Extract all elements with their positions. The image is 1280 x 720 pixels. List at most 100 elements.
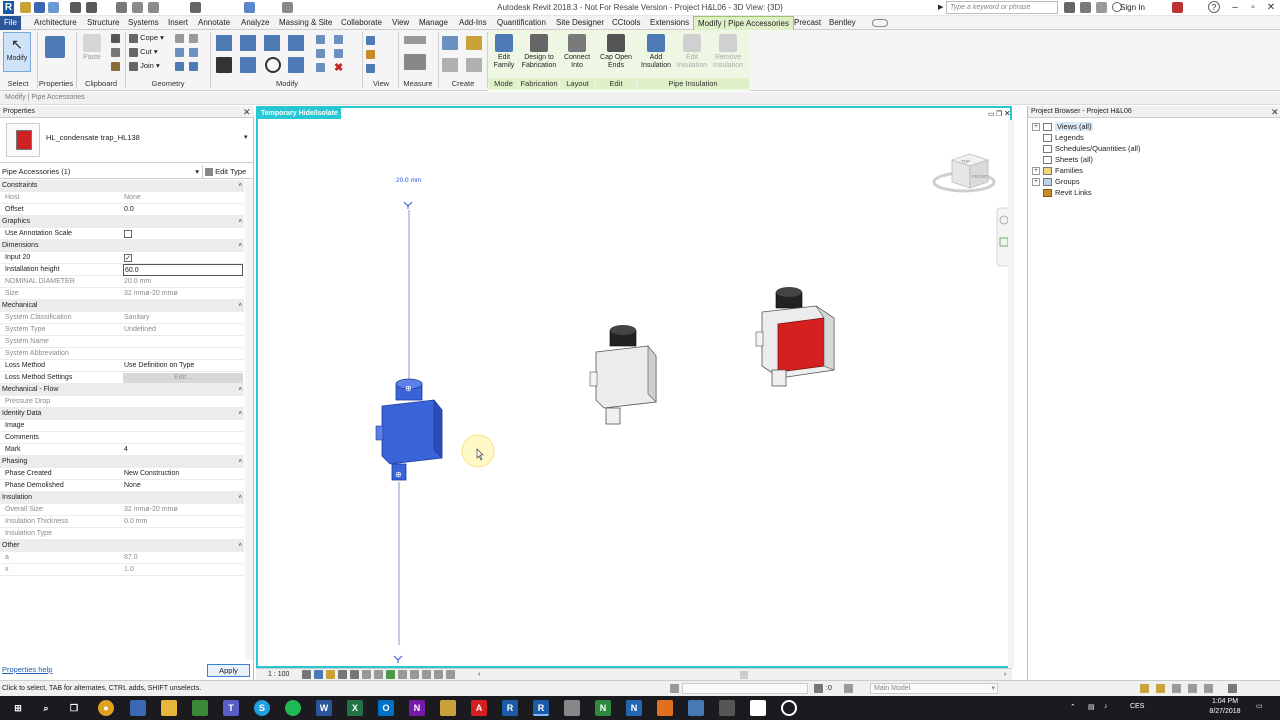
select-by-face-icon[interactable] xyxy=(1188,684,1197,693)
tab-extensions[interactable]: Extensions xyxy=(646,16,693,30)
offset-icon[interactable] xyxy=(240,35,256,51)
collapse-icon[interactable]: ˄ xyxy=(238,384,242,396)
maximize-button[interactable]: ▫ xyxy=(1244,0,1262,15)
paste-button[interactable]: Paste xyxy=(80,32,104,82)
binoculars-icon[interactable] xyxy=(1064,2,1075,13)
mirror-pick-axis-icon[interactable] xyxy=(264,35,280,51)
trim-icon[interactable] xyxy=(288,57,304,73)
model-canvas[interactable]: 20.0 mm ⊕ ⊕ TOP FRONT xyxy=(258,120,1008,668)
delete-icon[interactable]: ✖ xyxy=(334,61,343,74)
geometry-tool-icon[interactable] xyxy=(175,48,184,57)
tab-file[interactable]: File xyxy=(0,16,21,30)
app-icon[interactable] xyxy=(750,700,766,716)
tab-analyze[interactable]: Analyze xyxy=(237,16,273,30)
remove-insulation-button[interactable]: Remove Insulation xyxy=(711,32,745,82)
exchange-apps-icon[interactable] xyxy=(1172,2,1183,13)
highlight-displacement-icon[interactable] xyxy=(422,670,431,679)
split-icon[interactable] xyxy=(316,35,325,44)
tab-site-designer[interactable]: Site Designer xyxy=(552,16,608,30)
expand-icon[interactable]: + xyxy=(1032,167,1040,176)
drag-elements-icon[interactable] xyxy=(1204,684,1213,693)
create-parts-icon[interactable] xyxy=(466,36,482,50)
view-restore-button[interactable]: ❐ xyxy=(996,110,1002,118)
sun-path-icon[interactable] xyxy=(326,670,335,679)
collapse-icon[interactable]: ˄ xyxy=(238,216,242,228)
browser-item-views[interactable]: + Views (all) xyxy=(1032,121,1094,132)
connect-into-button[interactable]: Connect Into xyxy=(561,32,593,82)
modify-button[interactable]: ↖ Modify xyxy=(3,32,31,72)
tab-cctools[interactable]: CCtools xyxy=(608,16,644,30)
spotify-icon[interactable] xyxy=(285,700,301,716)
condensate-trap-model[interactable] xyxy=(755,287,835,387)
tab-collaborate[interactable]: Collaborate xyxy=(337,16,386,30)
app-icon[interactable] xyxy=(657,700,673,716)
outlook-icon[interactable]: O xyxy=(378,700,394,716)
crop-view-icon[interactable] xyxy=(362,670,371,679)
skype-icon[interactable]: S xyxy=(254,700,270,716)
panel-label-select[interactable]: Select xyxy=(0,78,36,89)
tab-systems[interactable]: Systems xyxy=(124,16,163,30)
edit-insulation-button[interactable]: Edit Insulation xyxy=(675,32,709,82)
create-assembly-icon[interactable] xyxy=(442,36,458,50)
revit-active-taskbar-icon[interactable]: R xyxy=(533,700,549,716)
constraints-icon[interactable] xyxy=(446,670,455,679)
tab-manage[interactable]: Manage xyxy=(415,16,452,30)
pin-icon[interactable] xyxy=(334,35,343,44)
volume-icon[interactable]: ♪ xyxy=(1104,703,1108,710)
tab-modify-pipe-accessories[interactable]: Modify | Pipe Accessories xyxy=(693,16,795,30)
save-app-icon[interactable] xyxy=(130,700,146,716)
property-value[interactable]: 4 xyxy=(124,444,244,456)
create-similar-icon[interactable] xyxy=(466,58,482,72)
copy-element-icon[interactable] xyxy=(240,57,256,73)
viewport-scrollbar[interactable] xyxy=(1008,120,1014,668)
shadows-icon[interactable] xyxy=(338,670,347,679)
property-value[interactable]: None xyxy=(124,480,244,492)
property-row[interactable]: Offset 0.0 xyxy=(0,204,244,216)
property-row[interactable]: Use Annotation Scale xyxy=(0,228,244,240)
add-insulation-button[interactable]: Add Insulation xyxy=(639,32,673,82)
type-dropdown-icon[interactable]: ▾ xyxy=(244,133,248,141)
browser-item-families[interactable]: + Families xyxy=(1032,165,1083,176)
scroll-right-icon[interactable]: › xyxy=(1004,669,1006,680)
copy-icon[interactable] xyxy=(111,48,120,57)
main-model-dropdown[interactable]: Main Model ▾ xyxy=(870,683,998,694)
analytical-model-icon[interactable] xyxy=(410,670,419,679)
worksharing-display-icon[interactable] xyxy=(434,670,443,679)
app-icon[interactable] xyxy=(440,700,456,716)
property-row[interactable]: Image xyxy=(0,420,244,432)
property-row[interactable]: Phase Created New Construction xyxy=(0,468,244,480)
property-checkbox[interactable]: ✓ xyxy=(124,254,132,262)
property-value[interactable]: Use Definition on Type xyxy=(124,360,244,372)
search-input[interactable]: Type a keyword or phrase xyxy=(946,1,1058,14)
visual-style-icon[interactable] xyxy=(314,670,323,679)
aligned-dimension-icon[interactable] xyxy=(404,54,426,70)
acrobat-icon[interactable]: A xyxy=(471,700,487,716)
reveal-hidden-icon[interactable] xyxy=(398,670,407,679)
unpin-icon[interactable] xyxy=(316,63,325,72)
select-underlay-icon[interactable] xyxy=(1156,684,1165,693)
collapse-icon[interactable]: ˄ xyxy=(238,456,242,468)
property-group-header[interactable]: Dimensions ˄ xyxy=(0,240,244,252)
communication-icon[interactable] xyxy=(1080,2,1091,13)
selected-condensate-trap[interactable]: ⊕ ⊕ xyxy=(375,378,443,481)
edit-type-button[interactable]: Edit Type xyxy=(205,165,253,178)
cope-button[interactable]: Cope ▾ xyxy=(129,33,164,43)
browser-item-legends[interactable]: Legends xyxy=(1032,132,1084,143)
property-group-header[interactable]: Mechanical - Flow ˄ xyxy=(0,384,244,396)
lock-view-icon[interactable] xyxy=(374,670,383,679)
word-icon[interactable]: W xyxy=(316,700,332,716)
notifications-icon[interactable]: ▭ xyxy=(1256,702,1263,710)
app-icon[interactable] xyxy=(719,700,735,716)
view-scale[interactable]: 1 : 100 xyxy=(268,669,289,680)
property-row[interactable]: Comments xyxy=(0,432,244,444)
view-minimize-button[interactable]: ▭ xyxy=(988,110,995,118)
hide-in-view-icon[interactable] xyxy=(366,36,375,45)
teams-icon[interactable]: T xyxy=(223,700,239,716)
filter-selection-icon[interactable] xyxy=(1228,684,1237,693)
property-group-header[interactable]: Insulation ˄ xyxy=(0,492,244,504)
revit-taskbar-icon[interactable]: R xyxy=(502,700,518,716)
tab-precast[interactable]: Precast xyxy=(790,16,825,30)
network-icon[interactable]: ▤ xyxy=(1088,703,1095,711)
property-row[interactable]: Installation height 60.0 xyxy=(0,264,244,276)
edit-family-button[interactable]: Edit Family xyxy=(489,32,519,82)
